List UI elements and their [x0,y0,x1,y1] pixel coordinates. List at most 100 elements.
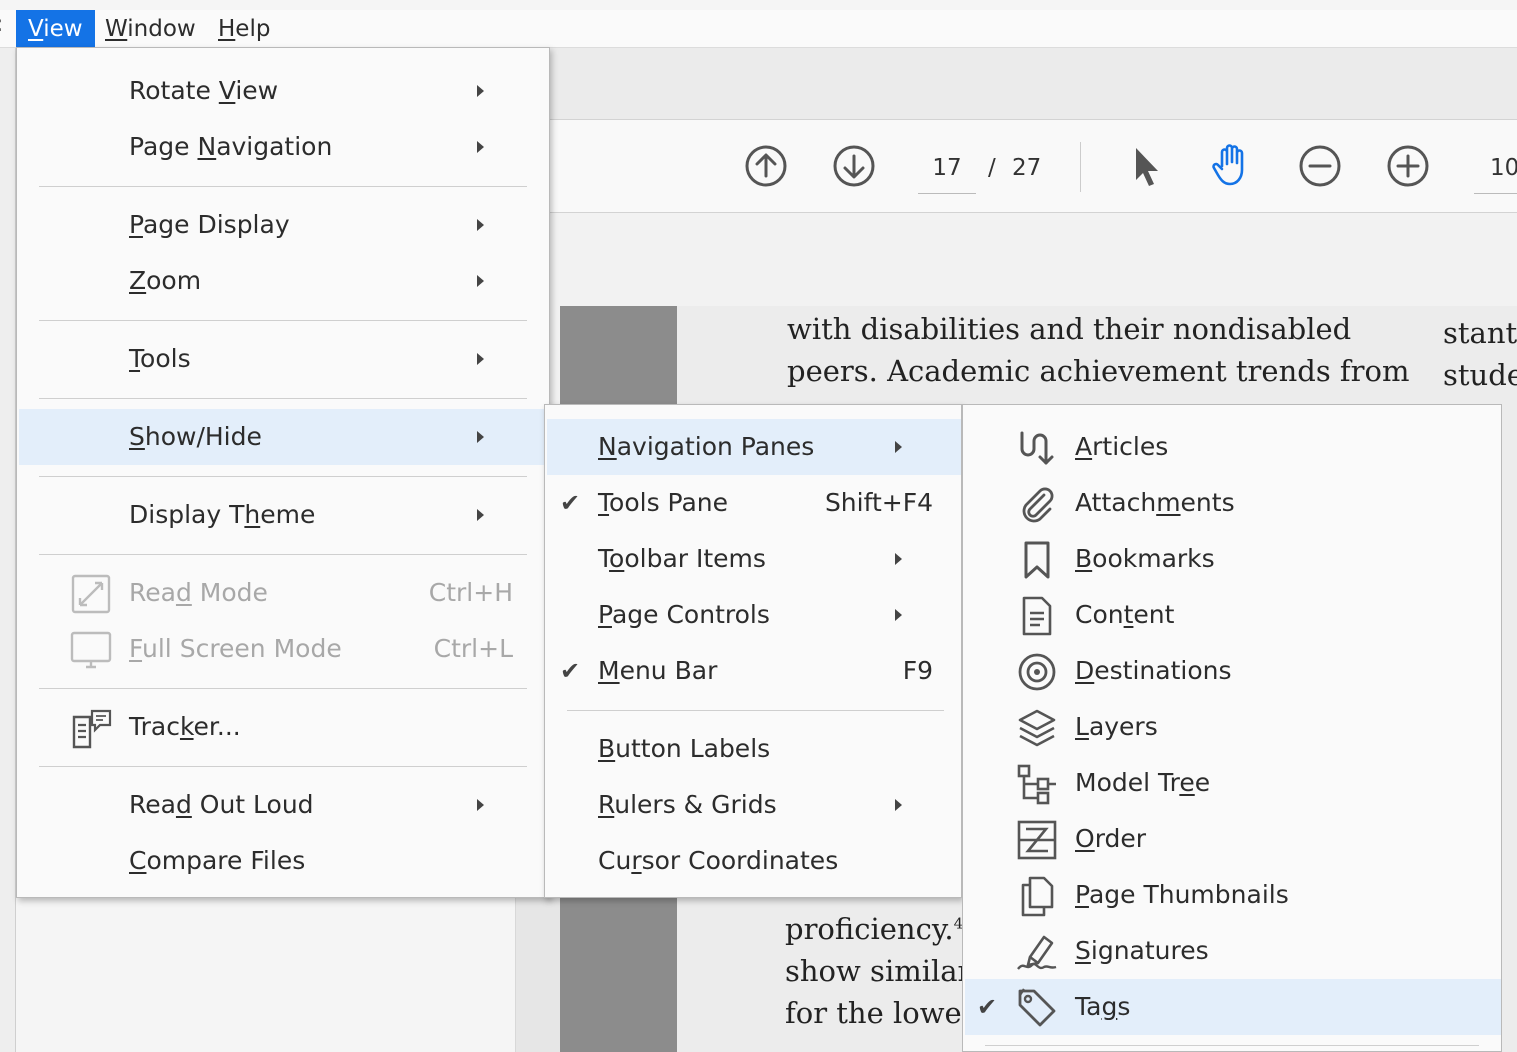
label-text: ent [1133,600,1175,629]
menu-view[interactable]: View [16,10,95,48]
navpanes-menu-item-content[interactable]: Content [965,587,1501,643]
view-menu-item-read-mode: Read Mode Ctrl+H [19,565,545,621]
page-text-fragment: stantia [1443,316,1517,350]
label-mnemonic: V [218,76,236,105]
menu-separator [985,1045,1479,1046]
read-mode-icon [70,573,112,615]
label-text: Ta [1075,992,1102,1021]
showhide-menu-item-navigation-panes[interactable]: Navigation Panes [547,419,961,475]
menu-shortcut: Ctrl+H [428,578,513,607]
navpanes-menu-item-page-thumbnails[interactable]: Page Thumbnails [965,867,1501,923]
menu-item-label: Tracker... [129,699,241,755]
view-menu-item-compare-files[interactable]: Compare Files [19,833,545,889]
zoom-out-icon[interactable] [1296,142,1344,190]
showhide-menu-item-toolbar-items[interactable]: Toolbar Items [547,531,961,587]
document-gutter [516,898,560,1052]
navpanes-menu-item-attachments[interactable]: Attachments [965,475,1501,531]
page-text-line: proficiency.42 [785,912,973,946]
label-mnemonic: N [598,432,617,461]
label-mnemonic: B [598,734,616,763]
page-up-icon[interactable] [742,142,790,190]
label-text: olbar Items [624,544,766,573]
tracker-icon [70,707,112,749]
select-arrow-icon[interactable] [1122,142,1170,190]
label-text: ignatures [1090,936,1209,965]
label-text: age Thumbnails [1088,880,1289,909]
label-text: T [598,544,610,573]
label-text: ents [1180,488,1235,517]
navpanes-menu-item-order[interactable]: Order [965,811,1501,867]
submenu-arrow-icon [477,85,484,97]
label-text: Display T [129,500,245,529]
page-thumbnails-icon [1016,875,1058,917]
page-down-icon[interactable] [830,142,878,190]
showhide-menu-item-rulers-grids[interactable]: Rulers & Grids [547,777,961,833]
label-mnemonic: S [129,422,145,451]
menu-window[interactable]: Window [93,10,208,48]
label-mnemonic: D [1075,656,1095,685]
showhide-menu-item-button-labels[interactable]: Button Labels [547,721,961,777]
menu-help[interactable]: Help [206,10,282,48]
navpanes-menu-item-destinations[interactable]: Destinations [965,643,1501,699]
menu-label: elp [235,16,271,42]
label-mnemonic: L [1075,712,1089,741]
label-mnemonic: d [175,578,192,607]
label-text: Trac [129,712,180,741]
label-mnemonic: Z [129,266,147,295]
label-mnemonic: F [129,634,143,663]
showhide-menu-item-tools-pane[interactable]: Tools Pane ✔ Shift+F4 [547,475,961,531]
view-menu-item-page-display[interactable]: Page Display [19,197,545,253]
label-text: avigation [216,132,333,161]
view-menu: Rotate View Page Navigation Page Display Zo… [16,47,550,898]
navpanes-menu-item-signatures[interactable]: Signatures [965,923,1501,979]
menu-separator [39,186,527,187]
left-tool-strip [0,48,16,1052]
label-text: ulers & Grids [614,790,777,819]
navpanes-menu-item-bookmarks[interactable]: Bookmarks [965,531,1501,587]
label-text: ookmarks [1092,544,1215,573]
view-menu-item-full-screen-mode: Full Screen Mode Ctrl+L [19,621,545,677]
menu-item-label: Cursor Coordinates [598,833,838,889]
label-text: s [1117,992,1131,1021]
zoom-input[interactable]: 100 [1474,148,1517,194]
view-menu-item-display-theme[interactable]: Display Theme [19,487,545,543]
view-menu-item-rotate-view[interactable]: Rotate View [19,63,545,119]
label-text: age Controls [611,600,770,629]
navpanes-menu-item-articles[interactable]: Articles [965,419,1501,475]
navpanes-menu-item-model-tree[interactable]: Model Tree [965,755,1501,811]
view-menu-item-show-hide[interactable]: Show/Hide [19,409,545,465]
full-screen-icon [70,629,112,671]
zoom-in-icon[interactable] [1384,142,1432,190]
menu-mnemonic: W [105,16,128,42]
menu-item-label: Tools [129,331,191,387]
showhide-menu-item-cursor-coordinates[interactable]: Cursor Coordinates [547,833,961,889]
menu-item-label: Layers [1075,699,1158,755]
menu-bar: : View Window Help [0,10,1517,48]
menu-item-label: Attachments [1075,475,1235,531]
bookmark-icon [1016,539,1058,581]
menu-item-label: Page Thumbnails [1075,867,1289,923]
view-menu-item-page-navigation[interactable]: Page Navigation [19,119,545,175]
submenu-arrow-icon [895,609,902,621]
menu-item-label: Rulers & Grids [598,777,777,833]
label-text: iew [235,76,279,105]
label-mnemonic: A [1075,432,1093,461]
showhide-menu-item-menu-bar[interactable]: Menu Bar ✔ F9 [547,643,961,699]
menu-item-label: Read Out Loud [129,777,314,833]
hand-tool-icon[interactable] [1208,140,1256,188]
view-menu-item-zoom[interactable]: Zoom [19,253,545,309]
navpanes-menu-item-layers[interactable]: Layers [965,699,1501,755]
submenu-arrow-icon [477,353,484,365]
label-mnemonic: r [631,846,642,875]
label-mnemonic: T [129,344,141,373]
page-text-line: show similar [785,954,972,988]
showhide-menu-item-page-controls[interactable]: Page Controls [547,587,961,643]
navpanes-menu-item-tags[interactable]: Tags ✔ [965,979,1501,1035]
view-menu-item-tools[interactable]: Tools [19,331,545,387]
label-mnemonic: S [1075,936,1091,965]
label-mnemonic: m [1156,488,1181,517]
view-menu-item-tracker[interactable]: Tracker... [19,699,545,755]
page-text-line-content: proficiency. [785,912,954,946]
view-menu-item-read-out-loud[interactable]: Read Out Loud [19,777,545,833]
page-number-input[interactable]: 17 [918,148,976,194]
